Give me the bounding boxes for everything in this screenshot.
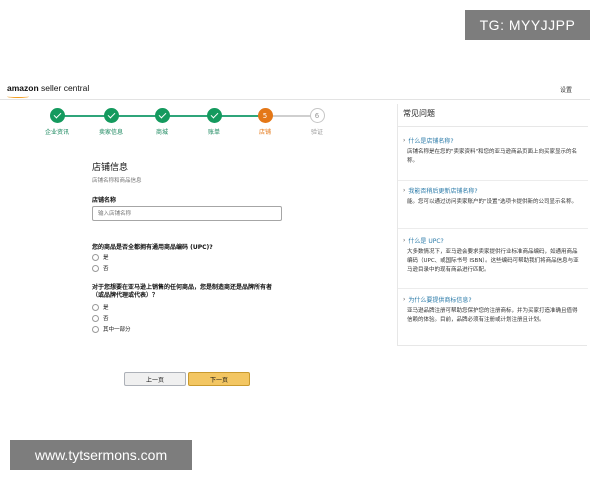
faq-panel: 常见问题 › 什么是店铺名称? 店铺名称是在您的"卖家资料"和您的亚马逊商品页面… [397,104,588,346]
radio-button[interactable] [92,253,99,261]
faq-question-text[interactable]: 什么是 UPC? [408,236,443,245]
divider [398,228,588,229]
upc-question: 您的商品是否全都拥有通用商品编码 (UPC)? [92,244,213,251]
chevron-right-icon: › [403,237,406,244]
faq-question[interactable]: › 什么是店铺名称? [403,136,581,145]
page-title: 店铺信息 [92,163,129,173]
store-name-label: 店铺名称 [92,197,117,204]
radio-label: 是 [103,255,109,261]
step-label: 卖家信息 [98,129,123,136]
step-billing: 账单 [197,108,231,136]
store-info-form: 店铺信息 店铺名称和商品信息 店铺名称 您的商品是否全都拥有通用商品编码 (UP… [92,160,292,333]
step-number-pending: 6 [309,108,325,123]
brand-question-line-1: 对于您想要在亚马逊上销售的任何商品，您是制造商还是品牌所有者 [92,284,273,291]
top-bar: amazon seller central 设置 [0,80,590,100]
brand-option-no[interactable]: 否 [92,314,109,322]
radio-button[interactable] [92,264,99,272]
step-label: 企业资讯 [44,129,69,136]
faq-answer: 店铺名称是在您的"卖家资料"和您的亚马逊商品页面上向买家显示的名称。 [407,149,578,164]
brand-option-some[interactable]: 其中一部分 [92,325,131,333]
step-company-info: 企业资讯 [40,108,74,136]
check-icon [103,108,119,123]
faq-answer: 亚马逊品牌注册可帮助您保护您的注册商标，并为买家打造准确且值得信赖的体验。目前，… [407,308,578,323]
step-label: 店铺 [258,129,271,136]
faq-item: › 为什么要提供商标信息? 亚马逊品牌注册可帮助您保护您的注册商标，并为买家打造… [403,295,581,325]
faq-answer: 大多数情况下，亚马逊会要求卖家提供行业标准商品编码，如通用商品编码（UPC、或国… [407,249,579,273]
logo-brand: amazon [7,83,39,93]
check-icon [49,108,65,123]
step-marketplace: 商城 [145,108,179,136]
divider [398,288,588,289]
registration-stepper: 企业资讯 卖家信息 商城 账单 5 店铺 6 验证 [40,108,340,138]
step-seller-info: 卖家信息 [94,108,128,136]
step-label: 验证 [310,129,323,136]
faq-item: › 我能否稍后更新店铺名称? 能。您可以通过访问卖家账户的"设置"选项卡提供新的… [403,186,581,207]
chevron-right-icon: › [403,187,406,194]
step-store: 5 店铺 [248,108,282,136]
faq-answer: 能。您可以通过访问卖家账户的"设置"选项卡提供新的公司显示名称。 [407,199,578,205]
divider [398,126,588,127]
faq-question[interactable]: › 我能否稍后更新店铺名称? [403,186,581,195]
chevron-right-icon: › [403,137,406,144]
radio-button[interactable] [92,303,99,311]
upc-option-yes[interactable]: 是 [92,253,109,261]
divider [398,180,588,181]
faq-question-text[interactable]: 什么是店铺名称? [408,136,453,145]
brand-option-yes[interactable]: 是 [92,303,109,311]
chevron-right-icon: › [403,296,406,303]
faq-item: › 什么是 UPC? 大多数情况下，亚马逊会要求卖家提供行业标准商品编码，如通用… [403,236,581,275]
upc-option-no[interactable]: 否 [92,264,109,272]
amazon-smile-icon [7,95,29,98]
radio-label: 否 [103,316,109,322]
previous-page-button[interactable]: 上一页 [124,372,186,386]
faq-question[interactable]: › 什么是 UPC? [403,236,581,245]
faq-item: › 什么是店铺名称? 店铺名称是在您的"卖家资料"和您的亚马逊商品页面上向买家显… [403,136,581,166]
radio-label: 其中一部分 [103,327,131,333]
check-icon [206,108,222,123]
radio-label: 是 [103,305,109,311]
store-name-input[interactable] [92,206,282,221]
faq-question[interactable]: › 为什么要提供商标信息? [403,295,581,304]
settings-link[interactable]: 设置 [560,85,572,94]
faq-title: 常见问题 [403,109,435,118]
step-verification: 6 验证 [300,108,334,136]
step-label: 账单 [207,129,220,136]
check-icon [154,108,170,123]
next-page-button[interactable]: 下一页 [188,372,250,386]
faq-question-text[interactable]: 为什么要提供商标信息? [408,295,471,304]
radio-button[interactable] [92,314,99,322]
page-subtitle: 店铺名称和商品信息 [92,178,142,184]
tg-watermark-badge: TG: MYYJJPP [465,10,590,40]
faq-question-text[interactable]: 我能否稍后更新店铺名称? [408,186,477,195]
radio-label: 否 [103,266,109,272]
radio-button[interactable] [92,325,99,333]
amazon-seller-central-logo[interactable]: amazon seller central [7,83,90,98]
step-label: 商城 [155,129,168,136]
url-watermark-badge: www.tytsermons.com [10,440,192,470]
step-number-current: 5 [257,108,273,123]
brand-question-line-2: （或品牌代理或代表）？ [92,292,159,299]
logo-product: seller central [41,83,90,93]
brand-question: 对于您想要在亚马逊上销售的任何商品，您是制造商还是品牌所有者 （或品牌代理或代表… [92,284,312,300]
